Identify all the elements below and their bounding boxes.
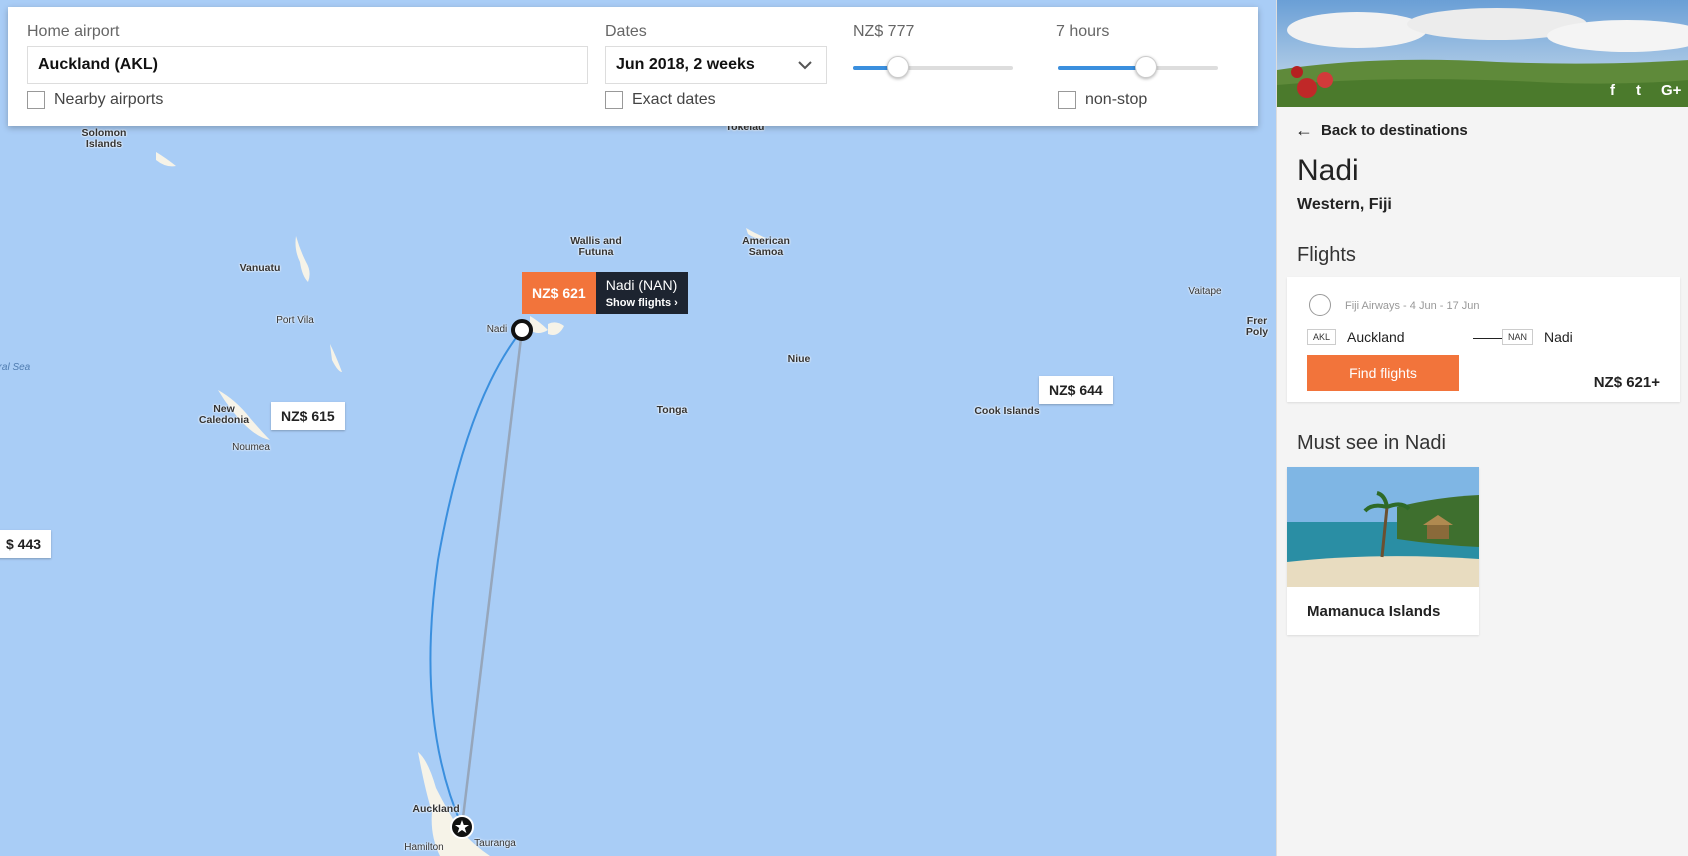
back-to-destinations-link[interactable]: ← Back to destinations (1295, 120, 1468, 141)
price-slider[interactable] (853, 56, 1013, 78)
destination-panel: f t G+ ← Back to destinations Nadi Weste… (1276, 0, 1688, 856)
exact-dates-checkbox[interactable]: Exact dates (605, 91, 716, 109)
dates-label: Dates (605, 23, 647, 40)
duration-slider-knob[interactable] (1135, 56, 1157, 78)
map-label-vaitape: Vaitape (1188, 286, 1222, 297)
map-label-hamilton: Hamilton (404, 842, 444, 853)
dates-select[interactable]: Jun 2018, 2 weeks (605, 46, 827, 84)
search-bar: Home airport Auckland (AKL) Nearby airpo… (8, 7, 1258, 126)
price-marker-left[interactable]: $ 443 (0, 530, 52, 558)
map-label-cook-islands: Cook Islands (974, 405, 1040, 417)
home-star-icon (450, 815, 474, 839)
flights-heading: Flights (1297, 244, 1356, 266)
price-slider-knob[interactable] (887, 56, 909, 78)
exact-dates-label: Exact dates (632, 91, 716, 108)
chevron-down-icon (798, 61, 812, 70)
home-airport-label: Home airport (27, 23, 120, 40)
price-label: NZ$ 777 (853, 23, 915, 40)
map-label-tonga: Tonga (656, 404, 688, 416)
origin-city: Auckland (1347, 329, 1405, 345)
nonstop-checkbox[interactable]: non-stop (1058, 91, 1147, 109)
checkbox-box[interactable] (27, 91, 45, 109)
duration-slider[interactable] (1058, 56, 1218, 78)
origin-code: AKL (1307, 329, 1337, 345)
checkbox-box[interactable] (605, 91, 623, 109)
vanuatu-land (295, 236, 310, 282)
popup-price: NZ$ 621 (522, 272, 596, 314)
destination-region: Western, Fiji (1297, 196, 1392, 213)
destination-popup[interactable]: NZ$ 621 Nadi (NAN) Show flights › (522, 272, 688, 314)
destination-pin-icon[interactable] (510, 318, 534, 342)
flight-card[interactable]: Fiji Airways - 4 Jun - 17 Jun AKL Auckla… (1287, 277, 1680, 402)
price-marker-cook-islands[interactable]: NZ$ 644 (1039, 376, 1113, 404)
map-label-noumea: Noumea (232, 442, 270, 453)
map-label-nadi: Nadi (486, 324, 508, 335)
twitter-icon[interactable]: t (1636, 82, 1641, 99)
map-label-portvila: Port Vila (276, 315, 314, 326)
arrow-left-icon: ← (1295, 120, 1313, 140)
map-label-new-caledonia: New Caledonia (198, 403, 250, 426)
destination-hero-image (1277, 0, 1688, 107)
duration-slider-fill (1058, 66, 1146, 70)
google-plus-icon[interactable]: G+ (1661, 82, 1681, 99)
map-label-coral-sea: Coral Sea (0, 362, 31, 373)
map[interactable]: Solomon Islands Tokelau Wallis and Futuna … (0, 0, 1276, 856)
destination-city: Nadi (1297, 154, 1359, 187)
must-see-heading: Must see in Nadi (1297, 432, 1446, 454)
show-flights-link[interactable]: Show flights › (606, 297, 678, 309)
route-arrow-icon (1473, 338, 1503, 339)
solomon-land (156, 152, 176, 167)
map-base (156, 152, 766, 856)
home-airport-input[interactable]: Auckland (AKL) (27, 46, 588, 84)
nearby-airports-checkbox[interactable]: Nearby airports (27, 91, 163, 109)
back-label: Back to destinations (1321, 122, 1468, 139)
map-label-french-polynesia: Frer Poly (1245, 315, 1269, 338)
map-label-vanuatu: Vanuatu (239, 262, 281, 274)
nearby-airports-label: Nearby airports (54, 91, 164, 108)
map-label-wallis: Wallis and Futuna (570, 235, 622, 258)
nonstop-label: non-stop (1085, 91, 1148, 108)
popup-destination-name: Nadi (NAN) (605, 277, 678, 293)
map-label-tauranga: Tauranga (474, 838, 516, 849)
duration-label: 7 hours (1056, 23, 1110, 40)
hero-landscape (1277, 0, 1688, 107)
map-label-niue: Niue (787, 353, 811, 365)
map-label-solomon: Solomon Islands (81, 127, 127, 150)
facebook-icon[interactable]: f (1610, 82, 1615, 99)
destination-city-name: Nadi (1544, 329, 1573, 345)
checkbox-box[interactable] (1058, 91, 1076, 109)
beach-image (1287, 467, 1479, 587)
map-label-samoa: American Samoa (742, 235, 790, 258)
dates-value: Jun 2018, 2 weeks (616, 56, 755, 73)
island-land (330, 344, 342, 372)
flight-airline-dates: Fiji Airways - 4 Jun - 17 Jun (1345, 300, 1480, 312)
airline-logo-icon (1309, 294, 1331, 316)
must-see-name: Mamanuca Islands (1307, 603, 1441, 620)
destination-code: NAN (1502, 329, 1534, 345)
find-flights-button[interactable]: Find flights (1307, 355, 1459, 391)
fiji-land (548, 322, 564, 335)
route-secondary (460, 329, 524, 827)
must-see-image (1287, 467, 1479, 587)
price-marker-new-caledonia[interactable]: NZ$ 615 (271, 402, 345, 430)
flight-price: NZ$ 621+ (1593, 374, 1660, 391)
route-primary (429, 329, 523, 827)
must-see-card[interactable]: Mamanuca Islands (1287, 467, 1479, 635)
popup-info[interactable]: Nadi (NAN) Show flights › (595, 272, 688, 314)
